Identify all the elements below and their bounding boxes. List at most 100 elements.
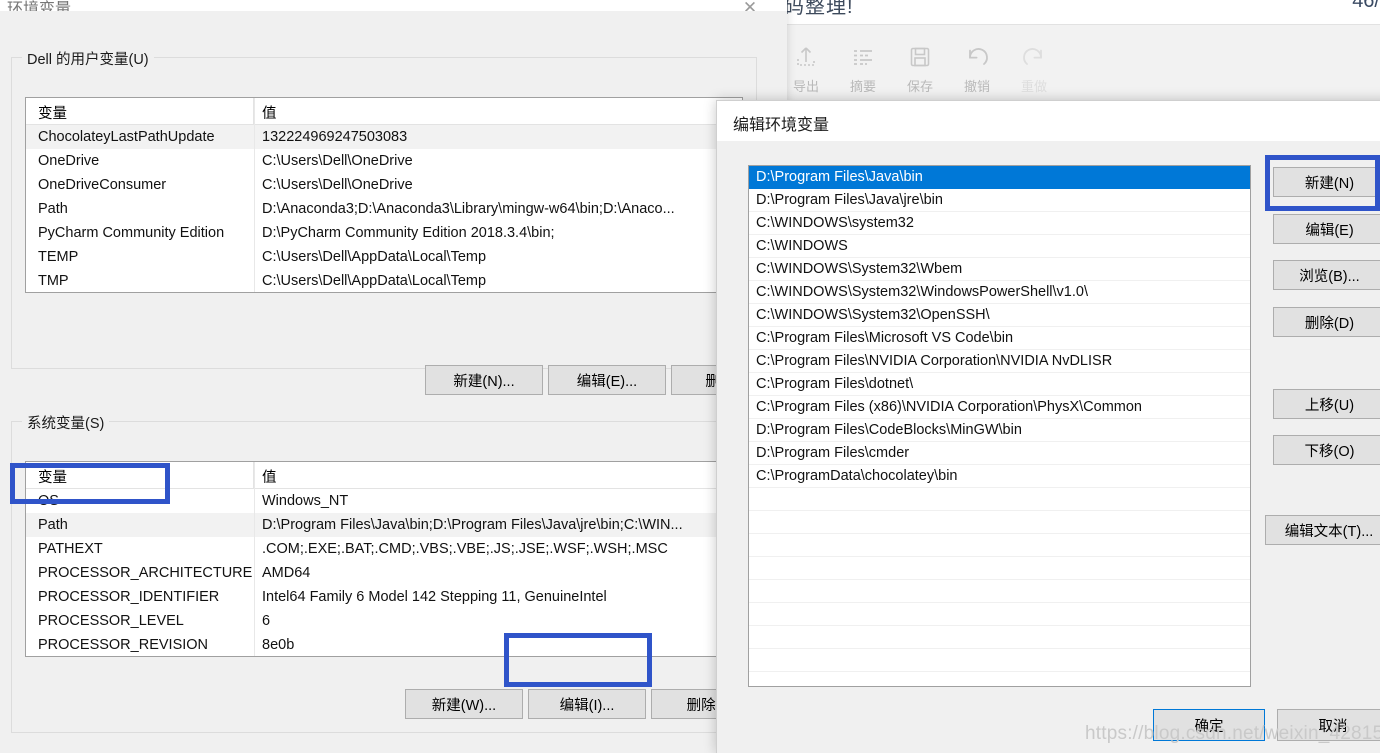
close-icon[interactable]: ✕ [1374,109,1380,137]
table-row[interactable]: TMP C:\Users\Dell\AppData\Local\Temp [26,269,742,293]
table-row[interactable]: TEMP C:\Users\Dell\AppData\Local\Temp [26,245,742,269]
table-row-path[interactable]: Path D:\Program Files\Java\bin;D:\Progra… [26,513,742,537]
list-item[interactable]: C:\WINDOWS\System32\OpenSSH\ [749,304,1250,327]
cell-variable: TEMP [26,249,254,265]
cell-value: D:\Anaconda3;D:\Anaconda3\Library\mingw-… [254,201,742,217]
cell-value: C:\Users\Dell\OneDrive [254,177,742,193]
cell-value: .COM;.EXE;.BAT;.CMD;.VBS;.VBE;.JS;.JSE;.… [254,541,742,557]
user-variables-table-header: 变量 值 [26,98,742,125]
cell-variable: PROCESSOR_IDENTIFIER [26,589,254,605]
list-item[interactable]: C:\Program Files\dotnet\ [749,373,1250,396]
save-floppy-icon [892,40,948,74]
list-item[interactable]: C:\WINDOWS\System32\Wbem [749,258,1250,281]
list-item-empty[interactable] [749,626,1250,649]
list-item-empty[interactable] [749,603,1250,626]
cell-value: AMD64 [254,565,742,581]
list-item-empty[interactable] [749,534,1250,557]
user-variables-table[interactable]: 变量 值 ChocolateyLastPathUpdate 1322249692… [25,97,743,293]
list-item[interactable]: C:\Program Files (x86)\NVIDIA Corporatio… [749,396,1250,419]
toolbar-button-undo[interactable]: 撤销 [949,40,1005,95]
list-item-empty[interactable] [749,649,1250,672]
list-item-empty[interactable] [749,511,1250,534]
toolbar-button-redo: 重做 [1006,40,1062,95]
cell-variable: Path [26,517,254,533]
cell-value: 132224969247503083 [254,129,742,145]
table-row[interactable]: ChocolateyLastPathUpdate 132224969247503… [26,125,742,149]
background-header-count: 46/ [1352,0,1380,13]
table-row[interactable]: PROCESSOR_LEVEL 6 [26,609,742,633]
cell-value: D:\Program Files\Java\bin;D:\Program Fil… [254,517,742,533]
system-variables-legend: 系统变量(S) [22,412,109,433]
list-item[interactable]: D:\Program Files\CodeBlocks\MinGW\bin [749,419,1250,442]
edit-cancel-button[interactable]: 取消 [1277,709,1380,741]
background-header: 码整理! 46/ [784,0,1380,24]
col-header-variable: 变量 [26,462,254,488]
table-row[interactable]: OneDrive C:\Users\Dell\OneDrive [26,149,742,173]
path-edit-button[interactable]: 编辑(E) [1273,214,1380,244]
list-item[interactable]: D:\Program Files\cmder [749,442,1250,465]
list-item-empty[interactable] [749,488,1250,511]
list-item[interactable]: D:\Program Files\Java\jre\bin [749,189,1250,212]
edit-dialog-body: D:\Program Files\Java\bin D:\Program Fil… [717,141,1380,753]
cell-value: Intel64 Family 6 Model 142 Stepping 11, … [254,589,742,605]
cell-value: C:\Users\Dell\AppData\Local\Temp [254,273,742,289]
list-item[interactable]: C:\WINDOWS\System32\WindowsPowerShell\v1… [749,281,1250,304]
system-new-button[interactable]: 新建(W)... [405,689,523,719]
user-edit-button[interactable]: 编辑(E)... [548,365,666,395]
system-variables-table[interactable]: 变量 值 OS Windows_NT Path D:\Program Files… [25,461,743,657]
edit-environment-variable-dialog: 编辑环境变量 ✕ D:\Program Files\Java\bin D:\Pr… [716,100,1380,753]
edit-dialog-titlebar: 编辑环境变量 ✕ [717,101,1380,141]
table-row[interactable]: PROCESSOR_REVISION 8e0b [26,633,742,657]
table-row[interactable]: OS Windows_NT [26,489,742,513]
list-item[interactable]: C:\WINDOWS [749,235,1250,258]
path-move-up-button[interactable]: 上移(U) [1273,389,1380,419]
list-item[interactable]: C:\Program Files\NVIDIA Corporation\NVID… [749,350,1250,373]
list-item[interactable]: C:\ProgramData\chocolatey\bin [749,465,1250,488]
cell-variable: OneDrive [26,153,254,169]
cell-value: C:\Users\Dell\AppData\Local\Temp [254,249,742,265]
toolbar-label-undo: 撤销 [949,76,1005,95]
env-dialog-titlebar: 环境变量 ✕ [0,0,787,11]
cell-value: Windows_NT [254,493,742,509]
toolbar-label-summary: 摘要 [835,76,891,95]
list-item[interactable]: D:\Program Files\Java\bin [749,166,1250,189]
path-entries-list[interactable]: D:\Program Files\Java\bin D:\Program Fil… [748,165,1251,687]
column-divider [254,462,255,656]
table-row[interactable]: PyCharm Community Edition D:\PyCharm Com… [26,221,742,245]
cell-variable: OneDriveConsumer [26,177,254,193]
toolbar-button-save[interactable]: 保存 [892,40,948,95]
cell-variable: PyCharm Community Edition [26,225,254,241]
edit-ok-button[interactable]: 确定 [1153,709,1265,741]
redo-arrow-icon [1006,40,1062,74]
system-edit-button[interactable]: 编辑(I)... [528,689,646,719]
path-browse-button[interactable]: 浏览(B)... [1273,260,1380,290]
background-header-divider [784,24,1380,25]
edit-dialog-title: 编辑环境变量 [733,111,829,135]
table-row[interactable]: PROCESSOR_ARCHITECTURE AMD64 [26,561,742,585]
list-item-empty[interactable] [749,580,1250,603]
path-edit-text-button[interactable]: 编辑文本(T)... [1265,515,1380,545]
toolbar-label-redo: 重做 [1006,76,1062,95]
col-header-variable: 变量 [26,98,254,124]
path-delete-button[interactable]: 删除(D) [1273,307,1380,337]
cell-variable: PATHEXT [26,541,254,557]
cell-variable: PROCESSOR_LEVEL [26,613,254,629]
list-item-empty[interactable] [749,557,1250,580]
cell-variable: PROCESSOR_ARCHITECTURE [26,565,254,581]
table-row[interactable]: PROCESSOR_IDENTIFIER Intel64 Family 6 Mo… [26,585,742,609]
cell-value: 8e0b [254,637,742,653]
table-row[interactable]: OneDriveConsumer C:\Users\Dell\OneDrive [26,173,742,197]
list-item[interactable]: C:\WINDOWS\system32 [749,212,1250,235]
cell-value: 6 [254,613,742,629]
list-item[interactable]: C:\Program Files\Microsoft VS Code\bin [749,327,1250,350]
column-divider [254,98,255,292]
table-row[interactable]: PATHEXT .COM;.EXE;.BAT;.CMD;.VBS;.VBE;.J… [26,537,742,561]
path-new-button[interactable]: 新建(N) [1273,167,1380,197]
user-new-button[interactable]: 新建(N)... [425,365,543,395]
env-dialog-body: Dell 的用户变量(U) 变量 值 ChocolateyLastPathUpd… [0,11,787,753]
toolbar-button-summary[interactable]: 摘要 [835,40,891,95]
cell-variable: Path [26,201,254,217]
table-row[interactable]: Path D:\Anaconda3;D:\Anaconda3\Library\m… [26,197,742,221]
cell-value: D:\PyCharm Community Edition 2018.3.4\bi… [254,225,742,241]
path-move-down-button[interactable]: 下移(O) [1273,435,1380,465]
